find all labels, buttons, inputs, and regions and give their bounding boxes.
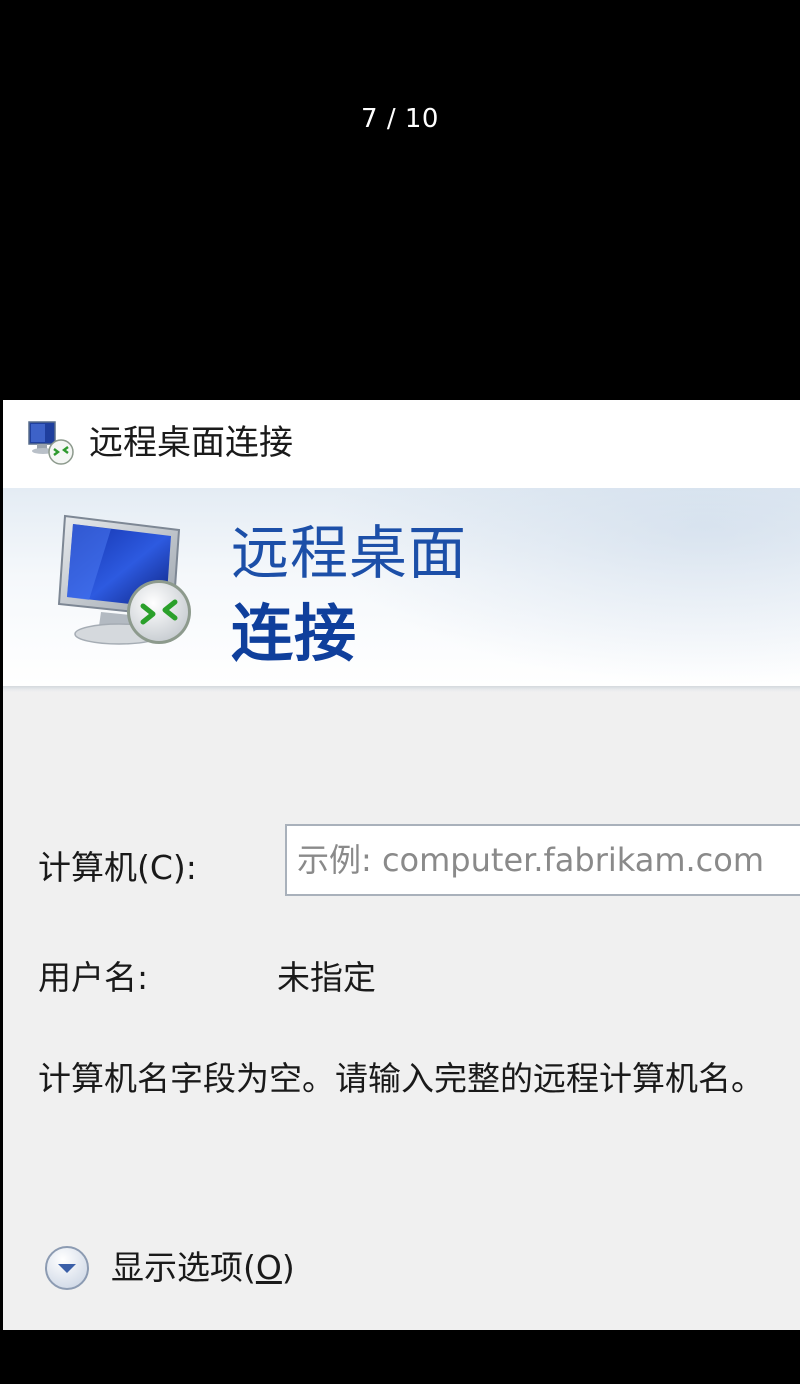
page-counter: 7 / 10 [361, 104, 439, 134]
computer-label: 计算机(C): [38, 848, 197, 887]
status-message: 计算机名字段为空。请输入完整的远程计算机名。 [38, 1059, 764, 1098]
banner-divider [3, 686, 800, 692]
username-label: 用户名: [38, 958, 149, 997]
image-viewer: 7 / 10 远程桌面连接 远程桌面 连接 计算机(C): 示例: comput… [0, 0, 800, 1384]
window-title: 远程桌面连接 [89, 423, 293, 463]
computer-input[interactable] [285, 824, 800, 896]
title-bar: 远程桌面连接 [3, 400, 800, 488]
show-options-button[interactable]: 显示选项(O) [43, 1242, 295, 1294]
banner-title: 远程桌面 [231, 519, 468, 587]
banner-subtitle: 连接 [231, 597, 358, 670]
remote-desktop-monitor-icon [57, 514, 191, 645]
remote-desktop-dialog: 远程桌面连接 远程桌面 连接 计算机(C): 示例: computer.fabr… [3, 400, 800, 1330]
header-banner: 远程桌面 连接 [3, 488, 800, 686]
username-value: 未指定 [277, 958, 376, 997]
chevron-down-circle-icon [45, 1246, 89, 1290]
show-options-label: 显示选项(O) [111, 1248, 295, 1287]
remote-desktop-icon [28, 421, 74, 465]
